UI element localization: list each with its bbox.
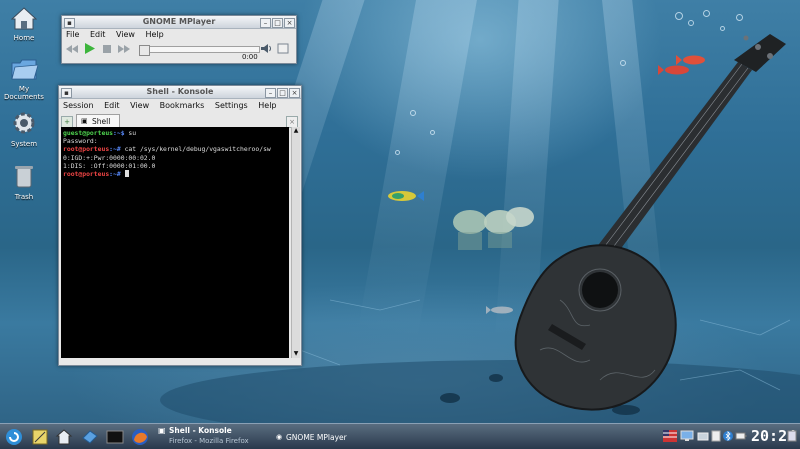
menu-session[interactable]: Session (63, 101, 94, 110)
maximize-button[interactable]: □ (272, 18, 283, 28)
prompt-user: root@porteus (63, 145, 110, 154)
terminal-icon: ▣ (158, 426, 166, 435)
menu-settings[interactable]: Settings (215, 101, 248, 110)
menu-edit[interactable]: Edit (104, 101, 120, 110)
stop-icon[interactable] (102, 44, 112, 54)
terminal-text: 0:IGD:+:Pwr:0000:00:02.0 (63, 153, 156, 162)
desktop: Home My Documents System Trash ▪ GNOME M… (0, 0, 800, 449)
terminal-line: 0:IGD:+:Pwr:0000:00:02.0 (63, 154, 287, 162)
terminal-text: Password: (63, 137, 98, 146)
desktop-icon-label: My Documents (4, 85, 44, 101)
home-folder-icon[interactable] (55, 428, 73, 446)
task-konsole[interactable]: ▣ Shell - Konsole Firefox - Mozilla Fire… (156, 424, 276, 448)
menu-view[interactable]: View (130, 101, 149, 110)
rock (440, 393, 460, 403)
prompt-user: root@porteus (63, 170, 110, 179)
power-icon[interactable] (786, 429, 800, 447)
play-icon[interactable] (84, 42, 96, 55)
seek-bar[interactable] (139, 45, 260, 56)
konsole-tabbar: + ▣ Shell × (59, 113, 301, 128)
terminal-icon: ▣ (81, 117, 88, 125)
close-button[interactable]: × (289, 88, 300, 98)
playback-time: 0:00 (242, 53, 258, 61)
desktop-icon-label: System (10, 140, 38, 148)
minimize-button[interactable]: – (260, 18, 271, 28)
mplayer-titlebar[interactable]: ▪ GNOME MPlayer – □ × (62, 16, 296, 29)
desktop-icon-label: Trash (14, 193, 34, 201)
terminal-line: 1:DIS: :Off:0000:01:00.0 (63, 162, 287, 170)
terminal-line: root@porteus:~# cat /sys/kernel/debug/vg… (63, 145, 287, 153)
firefox-icon[interactable] (131, 428, 149, 446)
prompt-path: :~$ (113, 129, 125, 137)
tropical-fish (388, 191, 424, 201)
menu-help[interactable]: Help (146, 30, 164, 39)
folder-icon (11, 59, 39, 80)
tab-label: Shell (92, 117, 111, 126)
desktop-icon-system[interactable]: System (1, 110, 47, 148)
scroll-down-arrow[interactable]: ▼ (292, 350, 300, 358)
fast-forward-icon[interactable] (118, 44, 130, 54)
mplayer-icon: ◉ (276, 433, 283, 441)
terminal-scrollbar[interactable]: ▲ ▼ (291, 127, 300, 358)
prompt-command: cat /sys/kernel/debug/vgaswitcheroo/sw (120, 145, 271, 154)
start-menu-icon[interactable] (5, 428, 23, 446)
mplayer-menubar: File Edit View Help (62, 29, 296, 41)
prompt-user: guest@porteus (63, 129, 114, 137)
seek-handle[interactable] (139, 45, 150, 56)
menu-view[interactable]: View (116, 30, 135, 39)
terminal-line: Password: (63, 137, 287, 145)
rock (489, 374, 503, 382)
terminal-line: guest@porteus:~$ su (63, 129, 287, 137)
konsole-menubar: Session Edit View Bookmarks Settings Hel… (59, 99, 301, 113)
terminal-line: root@porteus:~# (63, 170, 287, 178)
task-sublabel: Firefox - Mozilla Firefox (169, 437, 249, 445)
desktop-icon-my-documents[interactable]: My Documents (1, 57, 47, 101)
taskbar: ▣ Shell - Konsole Firefox - Mozilla Fire… (0, 423, 800, 449)
red-fish (658, 65, 689, 75)
rewind-icon[interactable] (66, 44, 78, 54)
task-label: Shell - Konsole (169, 426, 232, 435)
tab-shell[interactable]: ▣ Shell (76, 114, 120, 128)
minimize-button[interactable]: – (265, 88, 276, 98)
mplayer-window[interactable]: ▪ GNOME MPlayer – □ × File Edit View Hel… (61, 15, 297, 64)
desktop-icon-home[interactable]: Home (1, 6, 47, 42)
konsole-window[interactable]: ▪ Shell - Konsole – □ × Session Edit Vie… (58, 85, 302, 366)
mplayer-controls: 0:00 (62, 41, 296, 61)
display-icon[interactable] (680, 430, 698, 448)
keyboard-layout-flag-icon[interactable] (663, 430, 681, 448)
volume-icon[interactable] (261, 43, 273, 54)
maximize-button[interactable]: □ (277, 88, 288, 98)
gear-icon (13, 112, 35, 134)
prompt-command: su (124, 129, 137, 137)
konsole-titlebar[interactable]: ▪ Shell - Konsole – □ × (59, 86, 301, 99)
terminal-launcher-icon[interactable] (106, 428, 124, 446)
menu-bookmarks[interactable]: Bookmarks (160, 101, 205, 110)
guitar (514, 34, 786, 411)
desktop-icon-trash[interactable]: Trash (1, 163, 47, 201)
terminal-cursor (124, 170, 129, 178)
terminal-text: 1:DIS: :Off:0000:01:00.0 (63, 161, 156, 170)
task-mplayer[interactable]: ◉ GNOME MPlayer (276, 432, 386, 449)
file-manager-icon[interactable] (81, 428, 99, 446)
prompt-path: :~# (109, 145, 121, 154)
task-label: GNOME MPlayer (286, 433, 347, 442)
small-fish (486, 306, 513, 314)
prompt-path: :~# (109, 170, 121, 179)
scroll-up-arrow[interactable]: ▲ (292, 127, 300, 135)
text-editor-icon[interactable] (31, 428, 49, 446)
red-fish (676, 55, 705, 65)
desktop-icon-label: Home (13, 34, 35, 42)
jellyfish-group (453, 207, 534, 250)
terminal-output[interactable]: guest@porteus:~$ su Password: root@porteus… (61, 127, 289, 358)
close-button[interactable]: × (284, 18, 295, 28)
home-icon (10, 7, 38, 30)
fullscreen-icon[interactable] (277, 43, 289, 54)
menu-help[interactable]: Help (258, 101, 276, 110)
trash-icon (15, 166, 33, 188)
menu-edit[interactable]: Edit (90, 30, 106, 39)
menu-file[interactable]: File (66, 30, 79, 39)
